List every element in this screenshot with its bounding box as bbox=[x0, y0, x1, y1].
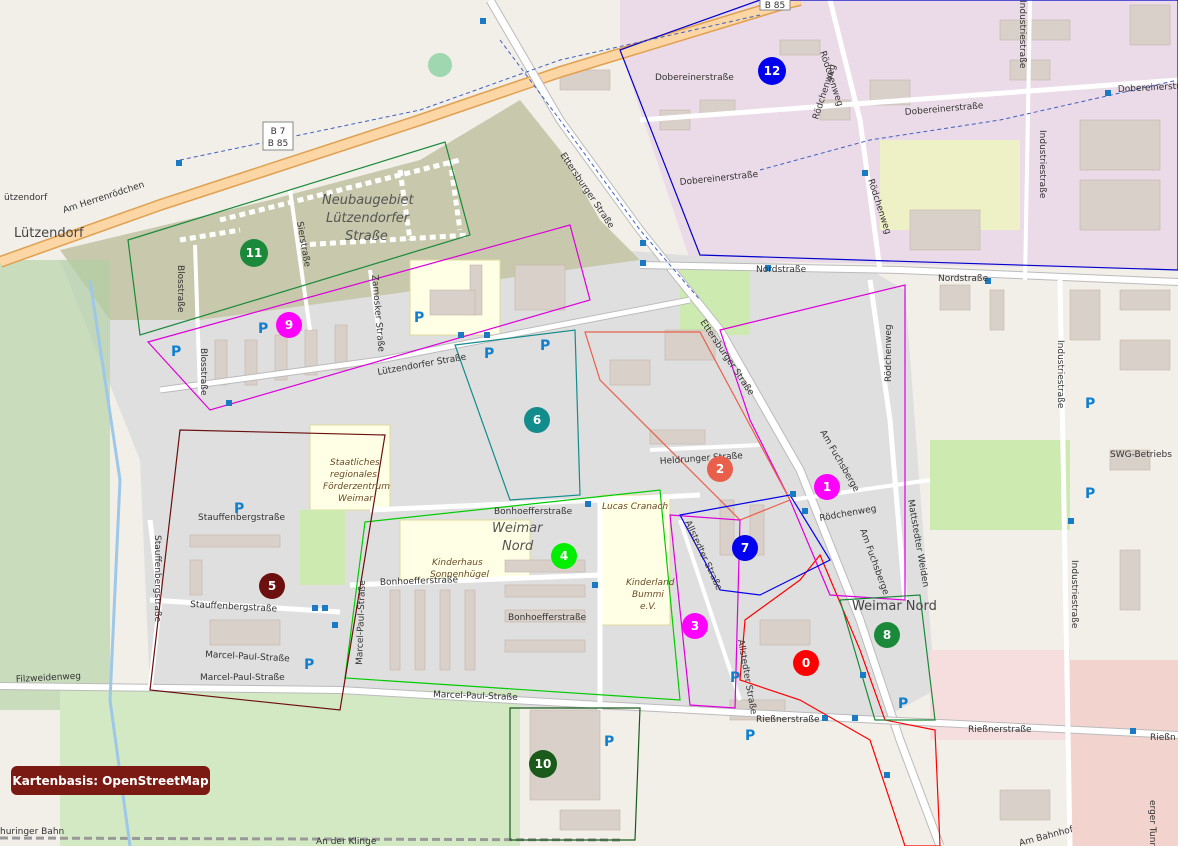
map-canvas[interactable]: B 85 B 7 B 85 Lützendorf ützendorf Weima… bbox=[0, 0, 1178, 846]
street-riessner-3: Rießn bbox=[1150, 733, 1176, 743]
marker-label: 7 bbox=[741, 541, 749, 555]
marker-label: 11 bbox=[246, 246, 263, 260]
poi-foerderzentrum-4: Weimar bbox=[338, 494, 374, 504]
marker-label: 10 bbox=[535, 757, 552, 771]
poi-kinderland-2: Bummi bbox=[632, 590, 664, 600]
kinderland-area bbox=[599, 494, 671, 626]
pond bbox=[428, 53, 452, 77]
area-neubaugebiet-2: Lützendorfer bbox=[326, 211, 411, 226]
commercial-area bbox=[1070, 660, 1178, 846]
street-tunnel: erger Tunnel bbox=[1147, 800, 1157, 846]
railway-thueringer-bahn: huringer Bahn bbox=[0, 827, 64, 837]
street-roedchenweg-4: Rödchenweg bbox=[884, 324, 894, 382]
poi-foerderzentrum-2: regionales bbox=[330, 470, 377, 480]
attribution-badge: Kartenbasis: OpenStreetMap bbox=[11, 766, 210, 795]
marker-12[interactable]: 12 bbox=[758, 57, 786, 85]
marker-label: 5 bbox=[268, 579, 276, 593]
street-industrie-2: Industriestraße bbox=[1037, 130, 1047, 199]
street-riessner-2: Rießnerstraße bbox=[968, 725, 1032, 735]
street-doebereiner-1: Dobereinerstraße bbox=[655, 73, 734, 83]
parking-icon: P bbox=[484, 346, 494, 362]
street-stauffenberg-2: Stauffenbergstraße bbox=[152, 535, 162, 623]
street-blosstrasse-1: Blosstraße bbox=[175, 265, 185, 313]
shield-b7: B 7 bbox=[271, 127, 286, 137]
marker-8[interactable]: 8 bbox=[874, 622, 900, 648]
marker-7[interactable]: 7 bbox=[732, 535, 758, 561]
poi-foerderzentrum-3: Förderzentrum bbox=[323, 482, 390, 492]
parking-icon: P bbox=[1085, 396, 1095, 412]
marker-label: 6 bbox=[533, 413, 541, 427]
marker-1[interactable]: 1 bbox=[814, 474, 840, 500]
parking-icon: P bbox=[171, 344, 181, 360]
poi-lucas-cranach: Lucas Cranach bbox=[602, 502, 668, 512]
poi-kinderhaus-1: Kinderhaus bbox=[432, 558, 483, 568]
place-weimar-nord: Weimar Nord bbox=[852, 599, 937, 614]
marker-label: 2 bbox=[716, 462, 724, 476]
area-neubaugebiet-3: Straße bbox=[345, 229, 388, 244]
shield-b85: B 85 bbox=[268, 139, 289, 149]
parking-icon: P bbox=[234, 501, 244, 517]
poi-kinderland-3: e.V. bbox=[640, 602, 656, 612]
marker-6[interactable]: 6 bbox=[524, 407, 550, 433]
area-neubaugebiet-1: Neubaugebiet bbox=[322, 193, 415, 208]
marker-3[interactable]: 3 bbox=[682, 613, 708, 639]
street-nordstrasse-1: Nordstraße bbox=[756, 265, 807, 275]
street-nordstrasse-2: Nordstraße bbox=[938, 274, 989, 284]
marker-4[interactable]: 4 bbox=[551, 543, 577, 569]
marker-label: 8 bbox=[883, 628, 891, 642]
farmland-west bbox=[0, 260, 110, 710]
poi-foerderzentrum-1: Staatliches bbox=[330, 458, 380, 468]
parking-icon: P bbox=[258, 321, 268, 337]
street-industrie-4: Industriestraße bbox=[1069, 560, 1079, 629]
parking-icon: P bbox=[1085, 486, 1095, 502]
parking-icon: P bbox=[730, 670, 740, 686]
street-industrie-1: Industriestraße bbox=[1017, 0, 1027, 69]
marker-9[interactable]: 9 bbox=[276, 312, 302, 338]
park-west bbox=[300, 510, 345, 585]
marker-label: 12 bbox=[764, 64, 781, 78]
street-industrie-3: Industriestraße bbox=[1055, 340, 1065, 409]
marker-label: 4 bbox=[560, 549, 568, 563]
marker-0[interactable]: 0 bbox=[793, 650, 819, 676]
street-an-der-klinge: An der Klinge bbox=[316, 837, 377, 846]
marker-label: 1 bbox=[823, 480, 831, 494]
street-riessner-1: Rießnerstraße bbox=[756, 715, 820, 725]
poi-swg: SWG-Betriebs bbox=[1110, 450, 1172, 460]
meadow-east bbox=[930, 440, 1070, 530]
parking-icon: P bbox=[898, 696, 908, 712]
marker-5[interactable]: 5 bbox=[259, 573, 285, 599]
place-luetzendorf-small: ützendorf bbox=[4, 193, 48, 203]
parking-icon: P bbox=[540, 338, 550, 354]
parking-icon: P bbox=[304, 657, 314, 673]
marker-10[interactable]: 10 bbox=[529, 750, 557, 778]
street-bonhoeffer-1: Bonhoefferstraße bbox=[494, 507, 573, 517]
parking-icon: P bbox=[745, 728, 755, 744]
poi-kinderland-1: Kinderland bbox=[626, 578, 675, 588]
area-nord: Nord bbox=[502, 539, 534, 554]
marker-11[interactable]: 11 bbox=[240, 239, 268, 267]
parking-icon: P bbox=[604, 734, 614, 750]
street-marcel-paul-2: Marcel-Paul-Straße bbox=[200, 673, 285, 683]
marker-label: 9 bbox=[285, 318, 293, 332]
street-bonhoeffer-3: Bonhoefferstraße bbox=[508, 613, 587, 623]
parking-icon: P bbox=[414, 310, 424, 326]
shield-b85-top: B 85 bbox=[765, 1, 786, 11]
marker-label: 0 bbox=[802, 656, 810, 670]
marker-label: 3 bbox=[691, 619, 699, 633]
street-blosstrasse-2: Blosstraße bbox=[198, 348, 208, 396]
area-weimar: Weimar bbox=[492, 521, 544, 536]
place-luetzendorf: Lützendorf bbox=[14, 226, 84, 241]
marker-2[interactable]: 2 bbox=[707, 456, 733, 482]
